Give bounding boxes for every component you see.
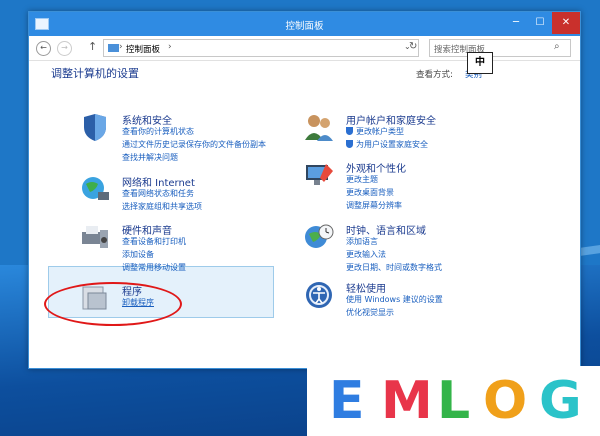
category-title[interactable]: 网络和 Internet: [122, 174, 195, 189]
back-arrow-icon: ←: [40, 43, 47, 52]
link-change-input-method[interactable]: 更改输入法: [346, 249, 386, 260]
shield-icon: [84, 114, 106, 141]
ime-indicator[interactable]: 中: [467, 52, 493, 74]
monitor-paint-icon: [306, 164, 333, 185]
maximize-button[interactable]: ☐: [528, 12, 552, 34]
printer-speaker-icon: [82, 226, 108, 248]
close-icon: ✕: [561, 17, 571, 28]
clock-globe-icon: [305, 224, 334, 248]
search-icon[interactable]: ⌕: [554, 41, 560, 52]
uac-shield-icon: [346, 140, 353, 148]
network-globe-icon: [82, 177, 109, 200]
forward-button[interactable]: →: [57, 41, 72, 56]
watermark-letter: E: [329, 371, 365, 431]
up-arrow-icon: ↑: [88, 40, 98, 53]
link-add-language[interactable]: 添加语言: [346, 236, 378, 247]
link-devices-printers[interactable]: 查看设备和打印机: [122, 236, 186, 247]
watermark-letter: O: [483, 371, 528, 431]
category-clock-language-region[interactable]: 时钟、语言和区域 添加语言 更改输入法 更改日期、时间或数字格式: [304, 222, 534, 272]
link-view-computer-status[interactable]: 查看你的计算机状态: [122, 126, 194, 137]
link-text[interactable]: 为用户设置家庭安全: [356, 140, 428, 149]
title-bar[interactable]: 控制面板 ─ ☐ ✕: [29, 12, 580, 36]
breadcrumb-control-panel[interactable]: 控制面板: [126, 43, 160, 55]
refresh-icon: ↻: [409, 41, 418, 52]
address-bar[interactable]: › 控制面板 › ⌄: [103, 39, 419, 57]
watermark-letter: M: [381, 371, 433, 431]
category-ease-of-access[interactable]: 轻松使用 使用 Windows 建议的设置 优化视觉显示: [304, 280, 534, 320]
link-change-theme[interactable]: 更改主题: [346, 174, 378, 185]
minimize-icon: ─: [512, 17, 520, 28]
link-optimize-visual-display[interactable]: 优化视觉显示: [346, 307, 394, 318]
link-change-account-type[interactable]: 更改帐户类型: [346, 126, 404, 137]
watermark-letter: G: [539, 371, 582, 431]
window-title: 控制面板: [285, 21, 324, 32]
category-appearance[interactable]: 外观和个性化 更改主题 更改桌面背景 调整屏幕分辨率: [304, 160, 534, 210]
breadcrumb-separator-icon[interactable]: ›: [168, 42, 172, 52]
link-mobility-settings[interactable]: 调整常用移动设置: [122, 262, 186, 273]
category-title[interactable]: 轻松使用: [346, 280, 386, 295]
link-add-device[interactable]: 添加设备: [122, 249, 154, 260]
link-view-network-status[interactable]: 查看网络状态和任务: [122, 188, 194, 199]
watermark-letter: L: [437, 371, 471, 431]
search-box[interactable]: 搜索控制面板 ⌕: [429, 39, 571, 57]
category-network-internet[interactable]: 网络和 Internet 查看网络状态和任务 选择家庭组和共享选项: [80, 174, 300, 214]
category-system-security[interactable]: 系统和安全 查看你的计算机状态 通过文件历史记录保存你的文件备份副本 查找并解决…: [80, 112, 300, 162]
users-icon: [305, 115, 333, 141]
link-text[interactable]: 更改帐户类型: [356, 127, 404, 136]
forward-arrow-icon: →: [61, 43, 68, 52]
category-title[interactable]: 用户帐户和家庭安全: [346, 112, 436, 127]
minimize-button[interactable]: ─: [504, 12, 528, 34]
breadcrumb-separator-icon: ›: [119, 42, 123, 52]
link-screen-resolution[interactable]: 调整屏幕分辨率: [346, 200, 402, 211]
close-button[interactable]: ✕: [552, 12, 580, 34]
navigation-bar: ← → ↑ › 控制面板 › ⌄ ↻ 搜索控制面板 ⌕: [29, 36, 580, 61]
control-panel-location-icon: [108, 44, 119, 52]
category-title[interactable]: 系统和安全: [122, 112, 172, 127]
page-heading: 调整计算机的设置: [51, 67, 139, 80]
annotation-red-ellipse: [44, 282, 182, 326]
up-button[interactable]: ↑: [88, 40, 97, 53]
link-homegroup-sharing[interactable]: 选择家庭组和共享选项: [122, 201, 202, 212]
link-family-safety[interactable]: 为用户设置家庭安全: [346, 139, 428, 150]
link-recommended-settings[interactable]: 使用 Windows 建议的设置: [346, 294, 443, 305]
view-by-label: 查看方式:: [416, 70, 453, 80]
uac-shield-icon: [346, 127, 353, 135]
link-desktop-background[interactable]: 更改桌面背景: [346, 187, 394, 198]
category-title[interactable]: 硬件和声音: [122, 222, 172, 237]
back-button[interactable]: ←: [36, 41, 51, 56]
maximize-icon: ☐: [535, 17, 545, 28]
emlog-watermark: E M L O G: [307, 366, 600, 436]
category-user-accounts[interactable]: 用户帐户和家庭安全 更改帐户类型 为用户设置家庭安全: [304, 112, 534, 152]
category-title[interactable]: 时钟、语言和区域: [346, 222, 426, 237]
link-date-time-format[interactable]: 更改日期、时间或数字格式: [346, 262, 442, 273]
category-hardware-sound[interactable]: 硬件和声音 查看设备和打印机 添加设备 调整常用移动设置: [80, 222, 300, 272]
refresh-button[interactable]: ↻: [409, 41, 417, 52]
link-troubleshoot[interactable]: 查找并解决问题: [122, 152, 178, 163]
ease-of-access-icon: [306, 282, 332, 308]
category-title[interactable]: 外观和个性化: [346, 160, 406, 175]
link-file-history-backup[interactable]: 通过文件历史记录保存你的文件备份副本: [122, 139, 266, 150]
